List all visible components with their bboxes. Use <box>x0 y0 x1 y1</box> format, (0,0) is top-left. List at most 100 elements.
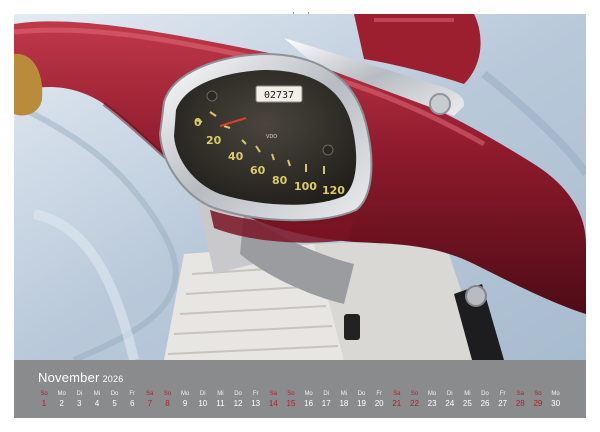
calendar-day: Fr 6 <box>124 390 140 410</box>
calendar-day: Do 5 <box>107 390 123 410</box>
calendar-day: Mi 25 <box>459 390 475 410</box>
weekday-label: Mo <box>180 391 190 397</box>
month-name: November <box>38 370 100 385</box>
weekday-label: Do <box>357 391 366 397</box>
weekday-label: Sa <box>269 391 277 397</box>
day-number: 12 <box>233 399 243 408</box>
speed-label-60: 60 <box>250 164 266 177</box>
calendar-day: Mo 2 <box>54 390 70 410</box>
speed-label-0: 0 <box>194 116 202 129</box>
day-number: 25 <box>462 399 472 408</box>
scooter-photo-illustration: 02737 0 20 40 60 80 100 120 VDO <box>14 14 586 360</box>
day-number: 4 <box>94 399 100 408</box>
calendar-day: Sa 21 <box>389 390 405 410</box>
day-number: 9 <box>182 399 188 408</box>
weekday-label: Fr <box>129 391 136 397</box>
weekday-label: Do <box>110 391 119 397</box>
speed-label-80: 80 <box>272 174 288 187</box>
calendar-day: Do 12 <box>230 390 246 410</box>
speed-label-120: 120 <box>322 184 345 197</box>
calendar-day: So 1 <box>36 390 52 410</box>
weekday-label: Mi <box>217 391 224 397</box>
weekday-label: So <box>534 391 542 397</box>
odometer-reading: 02737 <box>264 90 294 101</box>
day-number: 24 <box>445 399 455 408</box>
day-number: 15 <box>286 399 296 408</box>
speed-label-20: 20 <box>206 134 222 147</box>
pedal <box>344 314 360 340</box>
day-number: 30 <box>551 399 561 408</box>
day-number: 21 <box>392 399 402 408</box>
calendar-day: So 8 <box>159 390 175 410</box>
weekday-label: Mi <box>93 391 101 397</box>
calendar-day: Di 3 <box>71 390 87 410</box>
calendar-day: Do 19 <box>354 390 370 410</box>
weekday-label: Sa <box>146 391 154 397</box>
weekday-label: Di <box>76 391 83 397</box>
calendar-month-bar: November 2026 So 1 Mo 2 Di 3 Mi 4 Do 5 Fr 6 Sa 7 So 8 Mo 9… <box>14 360 586 418</box>
weekday-label: So <box>163 391 172 397</box>
weekday-label: Fr <box>252 391 259 397</box>
weekday-label: So <box>410 391 419 397</box>
weekday-label: Fr <box>499 391 506 397</box>
speed-label-100: 100 <box>294 180 317 193</box>
day-number: 19 <box>357 399 366 408</box>
calendar-day: Mo 23 <box>424 390 440 410</box>
day-number: 5 <box>112 399 117 408</box>
calendar-day: Mi 18 <box>336 390 352 410</box>
weekday-label: Mo <box>551 391 560 397</box>
day-number: 27 <box>498 399 508 408</box>
calendar-day: Mi 4 <box>89 390 105 410</box>
calendar-day: So 15 <box>283 390 299 410</box>
day-number: 13 <box>251 399 261 408</box>
day-number: 26 <box>480 399 490 408</box>
calendar-day: So 22 <box>406 390 422 410</box>
calendar-day: Sa 28 <box>512 390 528 410</box>
calendar-day: Di 17 <box>318 390 334 410</box>
month-year: 2026 <box>102 374 124 384</box>
calendar-day: Sa 14 <box>265 390 281 410</box>
calendar-day: Fr 27 <box>495 390 511 410</box>
calendar-day: Fr 13 <box>248 390 264 410</box>
month-title: November 2026 <box>38 370 123 385</box>
day-number: 6 <box>129 399 135 408</box>
calendar-day: Di 24 <box>442 390 458 410</box>
weekday-label: Sa <box>393 391 401 397</box>
calendar-day: Sa 7 <box>142 390 158 410</box>
day-number: 8 <box>165 399 170 408</box>
indicator-light <box>322 144 334 156</box>
day-number: 20 <box>374 399 384 408</box>
calendar-day: Mi 11 <box>212 390 228 410</box>
calendar-day: So 29 <box>530 390 546 410</box>
day-number: 29 <box>533 399 543 408</box>
calendar-day: Mo 30 <box>548 390 564 410</box>
day-number: 1 <box>41 399 47 408</box>
day-number: 28 <box>515 399 525 408</box>
day-number: 18 <box>339 399 349 408</box>
day-number: 22 <box>410 399 419 408</box>
calendar-day: Fr 20 <box>371 390 387 410</box>
weekday-label: Di <box>446 391 453 397</box>
vdo-label: VDO <box>266 134 277 140</box>
calendar-photo: 02737 0 20 40 60 80 100 120 VDO <box>14 14 586 360</box>
day-number: 11 <box>216 399 225 408</box>
weekday-label: Sa <box>516 391 524 397</box>
speed-label-40: 40 <box>228 150 244 163</box>
weekday-label: So <box>40 391 48 397</box>
day-number: 10 <box>198 399 208 408</box>
calendar-day: Mo 9 <box>177 390 193 410</box>
weekday-label: Di <box>323 391 330 397</box>
day-number: 23 <box>427 399 437 408</box>
day-number: 2 <box>59 399 64 408</box>
day-number: 14 <box>268 399 278 408</box>
calendar-day: Do 26 <box>477 390 493 410</box>
day-number: 3 <box>77 399 82 408</box>
weekday-label: Do <box>481 391 489 397</box>
weekday-label: Mo <box>427 391 437 397</box>
day-number: 17 <box>321 399 331 408</box>
weekday-label: Mo <box>57 391 66 397</box>
weekday-label: Do <box>234 391 242 397</box>
weekday-label: So <box>287 391 295 397</box>
weekday-label: Mi <box>464 391 471 397</box>
day-number: 16 <box>304 399 314 408</box>
